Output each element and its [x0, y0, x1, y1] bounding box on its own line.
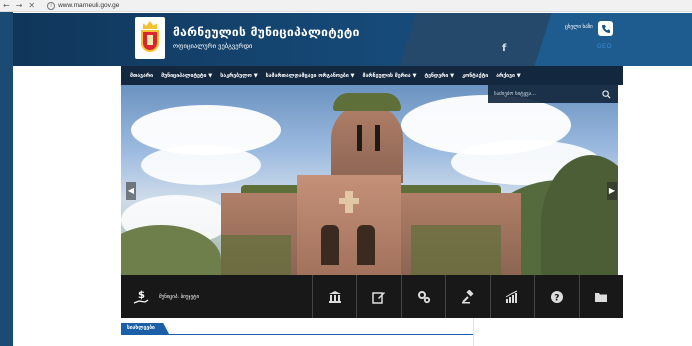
- question-icon: ?: [550, 290, 563, 303]
- budget-money-icon: $: [133, 290, 149, 304]
- nav-item-home[interactable]: მთავარი: [126, 73, 157, 79]
- site-header: მარნეულის მუნიციპალიტეტი ოფიციალური ვებგ…: [13, 13, 692, 66]
- column-divider: [473, 318, 474, 346]
- search-input[interactable]: [494, 88, 594, 100]
- site-title[interactable]: მარნეულის მუნიციპალიტეტი: [173, 25, 360, 39]
- church-arch-window: [321, 225, 339, 265]
- address-bar[interactable]: i www.marneuli.gov.ge: [47, 1, 119, 10]
- slider-next-button[interactable]: ▶: [607, 182, 617, 200]
- government-building-icon: [328, 290, 341, 303]
- church-moss: [221, 235, 291, 275]
- nav-item-municipality[interactable]: მუნიციპალიტეტი ▼: [157, 73, 216, 79]
- facebook-icon[interactable]: f: [502, 43, 506, 54]
- church-window: [375, 125, 380, 151]
- church-cross-window: [339, 198, 359, 204]
- nav-item-contact[interactable]: კონტაქტი: [458, 73, 492, 79]
- budget-link[interactable]: $ მუნიციპ. ბიუჯეტი: [121, 275, 313, 318]
- nav-item-city-hall[interactable]: მარნეულის მერია ▼: [359, 73, 421, 79]
- site-subtitle: ოფიციალური ვებგვერდი: [173, 42, 253, 50]
- language-switch[interactable]: GEO: [597, 44, 612, 50]
- nav-item-council[interactable]: საკრებულო ▼: [216, 73, 261, 79]
- phone-icon[interactable]: [598, 21, 613, 36]
- main-navigation: მთავარი მუნიციპალიტეტი ▼ საკრებულო ▼ სამ…: [121, 66, 623, 85]
- church-dome-moss: [333, 93, 401, 111]
- nav-item-law-enforcement[interactable]: სამართალდამცავი ორგანოები ▼: [262, 73, 359, 79]
- search-box: [488, 85, 618, 103]
- nav-item-tender[interactable]: ტენდერი ▼: [420, 73, 458, 79]
- law-link[interactable]: [446, 275, 491, 318]
- svg-text:$: $: [138, 290, 145, 301]
- crown-icon: [143, 21, 157, 29]
- search-icon[interactable]: [602, 89, 611, 99]
- gavel-icon: [461, 289, 474, 303]
- church-moss: [411, 225, 501, 275]
- svg-text:?: ?: [554, 293, 559, 303]
- edit-icon: [372, 291, 386, 304]
- cloud: [141, 145, 261, 185]
- statistics-link[interactable]: [491, 275, 536, 318]
- header-decoration: [534, 13, 692, 66]
- image-slider[interactable]: ◀ ▶: [121, 85, 618, 275]
- bar-chart-icon: [506, 290, 518, 303]
- browser-toolbar: ← → ✕ i www.marneuli.gov.ge: [0, 0, 692, 12]
- quick-links-bar: $ მუნიციპ. ბიუჯეტი ?: [121, 275, 623, 318]
- settings-link[interactable]: [402, 275, 447, 318]
- info-icon[interactable]: i: [47, 1, 56, 10]
- nav-item-archive[interactable]: არქივი ▼: [492, 73, 525, 79]
- tower-icon: [147, 35, 153, 45]
- left-edge-strip: [0, 0, 13, 346]
- church-arch-window: [357, 225, 375, 265]
- url-text[interactable]: www.marneuli.gov.ge: [58, 2, 119, 9]
- institution-link[interactable]: [313, 275, 358, 318]
- slider-prev-button[interactable]: ◀: [126, 182, 136, 200]
- hotline-label: ცხელი ხაზი: [565, 24, 593, 30]
- gears-icon: [417, 290, 430, 303]
- close-icon[interactable]: ✕: [28, 1, 35, 11]
- church-drum: [331, 103, 403, 183]
- church-facade: [297, 175, 401, 275]
- news-section: სიახლეები: [121, 318, 623, 346]
- help-link[interactable]: ?: [535, 275, 580, 318]
- forward-arrow-icon[interactable]: →: [16, 1, 23, 11]
- budget-link-label: მუნიციპ. ბიუჯეტი: [159, 293, 200, 300]
- folder-icon: [595, 292, 608, 302]
- news-underline: [121, 334, 473, 335]
- back-arrow-icon[interactable]: ←: [3, 1, 10, 11]
- church-window: [357, 125, 362, 151]
- coat-of-arms-logo[interactable]: [135, 17, 165, 59]
- news-tab[interactable]: სიახლეები: [121, 323, 169, 334]
- documents-link[interactable]: [580, 275, 623, 318]
- edit-link[interactable]: [357, 275, 402, 318]
